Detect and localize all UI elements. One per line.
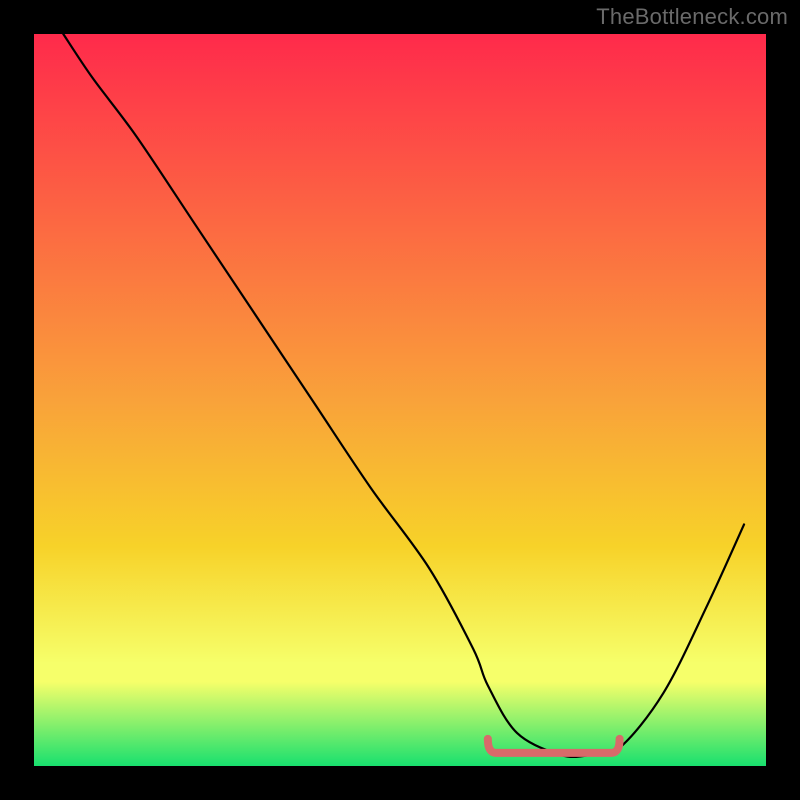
plot-area [34,34,766,766]
watermark-text: TheBottleneck.com [596,4,788,30]
gradient-background [34,34,766,766]
chart-svg [34,34,766,766]
chart-container: TheBottleneck.com [0,0,800,800]
